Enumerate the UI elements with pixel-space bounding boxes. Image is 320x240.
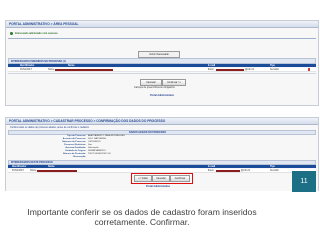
confirm-highlight xyxy=(131,173,193,184)
portal-administrativo-link[interactable]: Portal Administrativo xyxy=(146,185,170,188)
row-email-prefix: flavio xyxy=(208,68,214,71)
cancelar-label: Cancelar xyxy=(146,81,156,84)
row-email-domain: @ufrn.br xyxy=(245,68,255,71)
label-observacao: Observação: xyxy=(72,156,86,158)
cancelar-button[interactable]: Cancelar xyxy=(140,79,162,86)
row-email-prefix: flavio xyxy=(208,169,214,172)
continuar-button[interactable]: Continuar >> xyxy=(162,79,186,86)
row-identificador: FUNC2017 xyxy=(20,68,32,71)
col-identificador: Identificador xyxy=(12,165,27,168)
page-number: 11 xyxy=(300,178,308,185)
interessados-deste-processo-title: INTERESSADOS DESTE PROCESSO xyxy=(11,161,53,164)
interessados-table-header: Identificador Nome E-mail Tipo xyxy=(8,64,316,67)
redacted-email xyxy=(216,68,244,71)
redacted-email xyxy=(216,169,240,172)
col-identificador: Identificador xyxy=(20,64,35,67)
bottom-title-bar: PORTAL ADMINISTRATIVO > CADASTRAR PROCES… xyxy=(6,118,318,125)
col-tipo: Tipo xyxy=(270,64,276,67)
row-tipo: Servidor xyxy=(270,68,279,71)
table-row: FUNC2017 Nome flavio @ufrn.br Servidor xyxy=(8,68,316,72)
top-screenshot: PORTAL ADMINISTRATIVO > ÁREA PESSOAL Int… xyxy=(5,20,319,106)
col-email: E-mail xyxy=(208,64,216,67)
divider xyxy=(8,38,316,39)
info-icon xyxy=(10,31,13,35)
slide-caption: Importante conferir se os dados de cadas… xyxy=(27,207,257,227)
bottom-table-header: Identificador Nome E-mail Tipo xyxy=(8,165,316,168)
confirm-message: Confira todos os dados do processo abaix… xyxy=(10,126,90,129)
row-email-domain: @ufrn.br xyxy=(241,169,251,172)
success-banner: Interessado adicionado com sucesso. xyxy=(10,31,130,35)
row-identificador: FUNC2017 xyxy=(12,169,24,172)
required-note: Campos de preenchimento obrigatório. xyxy=(134,86,176,89)
portal-administrativo-link[interactable]: Portal Administrativo xyxy=(150,94,174,97)
col-nome: Nome xyxy=(48,165,55,168)
redacted-name xyxy=(37,169,77,172)
col-email: E-mail xyxy=(208,165,216,168)
incluir-interessado-button[interactable]: Incluir Interessado xyxy=(138,51,180,58)
col-tipo: Tipo xyxy=(270,165,276,168)
redacted-name xyxy=(55,68,113,71)
page-number-badge: 11 xyxy=(292,171,316,192)
top-title-bar: PORTAL ADMINISTRATIVO > ÁREA PESSOAL xyxy=(6,21,318,28)
success-message: Interessado adicionado com sucesso. xyxy=(15,31,59,35)
col-nome: Nome xyxy=(68,64,75,67)
row-tipo: Servidor xyxy=(270,169,279,172)
continuar-label: Continuar >> xyxy=(167,81,181,84)
bottom-screenshot: PORTAL ADMINISTRATIVO > CADASTRAR PROCES… xyxy=(5,117,319,193)
incluir-interessado-label: Incluir Interessado xyxy=(149,53,169,56)
interessados-section-title: INTERESSADOS INSERIDOS NO PROCESSO (1) xyxy=(11,59,66,63)
top-breadcrumb: PORTAL ADMINISTRATIVO > ÁREA PESSOAL xyxy=(9,22,79,26)
bottom-breadcrumb: PORTAL ADMINISTRATIVO > CADASTRAR PROCES… xyxy=(9,119,166,123)
value-numero-protocolo: 23077.000000/2017-00 xyxy=(88,153,111,155)
row-nome: Nome xyxy=(30,169,37,172)
dados-gerais-title: DADOS GERAIS DO PROCESSO xyxy=(129,131,166,134)
row-nome: Nome xyxy=(48,68,55,71)
remove-icon[interactable] xyxy=(308,68,311,71)
divider xyxy=(8,73,316,74)
